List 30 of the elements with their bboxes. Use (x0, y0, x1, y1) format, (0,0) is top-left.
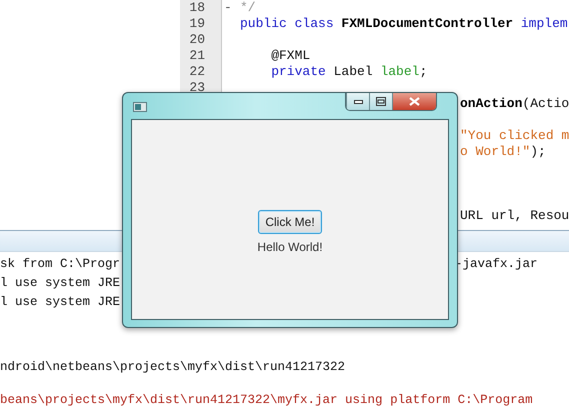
maximize-icon (376, 97, 386, 106)
output-line: l use system JRE (0, 295, 120, 309)
output-line: -javafx.jar (455, 257, 538, 271)
output-line: beans\projects\myfx\dist\run41217322\myfx.jar using platform C:\Program (0, 393, 533, 407)
minimize-button[interactable] (346, 93, 369, 110)
window-icon (133, 102, 147, 112)
code-line: private Label label; (270, 64, 428, 79)
code-line: @FXML (270, 48, 310, 63)
hello-label: Hello World! (257, 240, 323, 254)
output-line: ndroid\netbeans\projects\myfx\dist\run41217322 (0, 360, 346, 374)
close-button[interactable] (392, 93, 436, 110)
output-line: l use system JRE (0, 276, 120, 290)
maximize-button[interactable] (369, 93, 392, 110)
fold-marker[interactable]: - (222, 0, 232, 15)
code-line: URL url, Resou (460, 208, 569, 223)
minimize-icon (354, 100, 362, 104)
click-me-button[interactable]: Click Me! (258, 210, 322, 234)
code-line: o World!"); (460, 144, 546, 159)
output-line: sk from C:\Progr (0, 257, 120, 271)
line-number: 22 (189, 64, 205, 79)
line-number: 18 (189, 0, 205, 15)
line-number: 23 (189, 80, 205, 95)
code-line: public class FXMLDocumentController implem (240, 16, 568, 31)
close-icon (409, 97, 420, 106)
line-number: 20 (189, 32, 205, 47)
code-line: onAction(Actio (460, 96, 569, 111)
code-line: */ (240, 0, 256, 15)
line-number: 21 (189, 48, 205, 63)
code-line: "You clicked m (460, 128, 569, 143)
line-number: 19 (189, 16, 205, 31)
